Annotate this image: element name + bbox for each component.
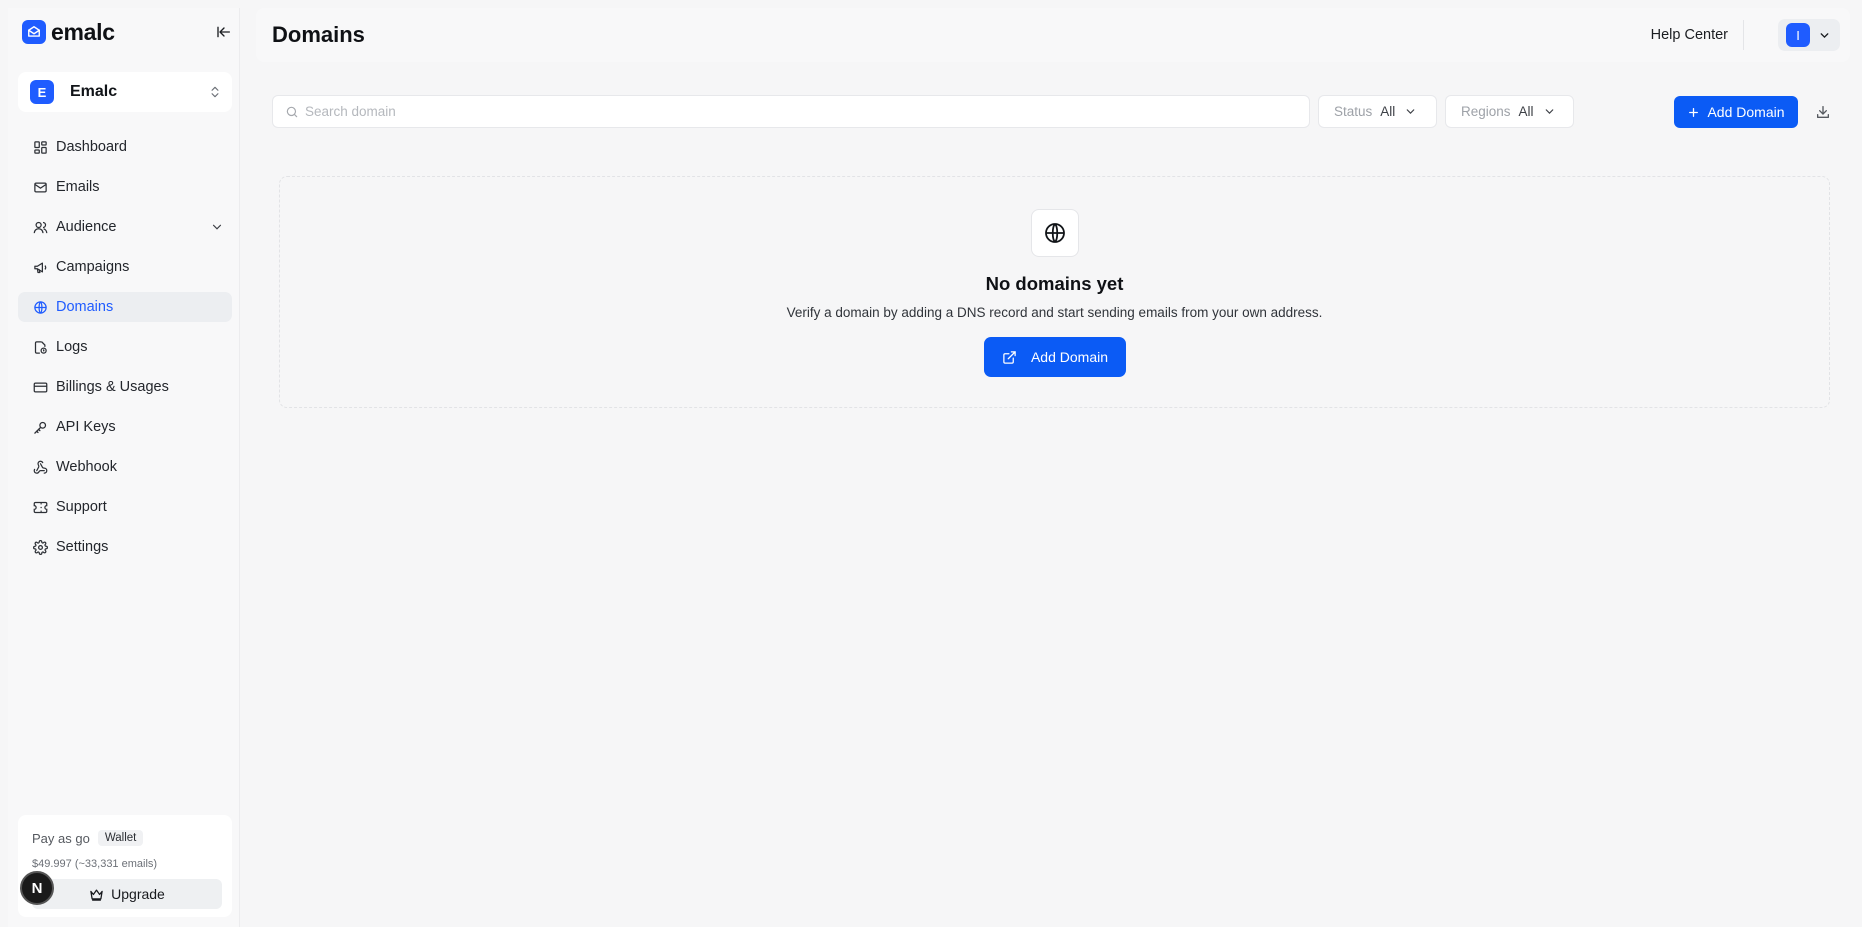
sidebar-item-label: Billings & Usages bbox=[56, 379, 169, 395]
sidebar-item-label: Emails bbox=[56, 179, 100, 195]
sidebar-item-label: Campaigns bbox=[56, 259, 130, 275]
search-box[interactable] bbox=[272, 95, 1310, 128]
empty-state-description: Verify a domain by adding a DNS record a… bbox=[786, 305, 1323, 320]
sidebar-item-label: Webhook bbox=[56, 459, 117, 475]
sidebar: emalc E Emalc Dashboard Emails Audience … bbox=[8, 8, 240, 927]
sidebar-item-label: Dashboard bbox=[56, 139, 127, 155]
plan-name: Pay as go bbox=[32, 830, 90, 846]
key-icon bbox=[32, 419, 48, 435]
search-input[interactable] bbox=[305, 104, 1285, 119]
chevron-down-icon bbox=[1820, 32, 1829, 38]
app-root: emalc E Emalc Dashboard Emails Audience … bbox=[0, 0, 1862, 927]
user-menu-button[interactable]: I bbox=[1778, 19, 1840, 51]
empty-state: No domains yet Verify a domain by adding… bbox=[279, 176, 1830, 408]
sidebar-item-label: Domains bbox=[56, 299, 114, 315]
sidebar-nav: Dashboard Emails Audience Campaigns Doma… bbox=[18, 132, 232, 572]
sidebar-item-label: Settings bbox=[56, 539, 109, 555]
megaphone-icon bbox=[32, 259, 48, 275]
empty-state-add-domain-button[interactable]: Add Domain bbox=[984, 337, 1126, 377]
plus-icon bbox=[1689, 107, 1699, 117]
users-icon bbox=[32, 219, 48, 235]
wallet-balance: $49.997 (~33,331 emails) bbox=[32, 858, 158, 870]
sidebar-item-dashboard[interactable]: Dashboard bbox=[18, 132, 232, 162]
user-avatar: I bbox=[1786, 23, 1810, 47]
sidebar-item-label: Support bbox=[56, 499, 107, 515]
dev-tools-badge[interactable]: N bbox=[20, 871, 54, 905]
brand-name: emalc bbox=[51, 18, 115, 45]
workspace-switcher[interactable]: E Emalc bbox=[18, 72, 232, 112]
upgrade-label: Upgrade bbox=[111, 886, 165, 902]
top-header: Domains Help Center I bbox=[256, 8, 1850, 62]
add-domain-label: Add Domain bbox=[1707, 104, 1785, 120]
status-filter-label: Status bbox=[1334, 104, 1373, 119]
regions-filter-value: All bbox=[1518, 104, 1534, 119]
sidebar-item-label: API Keys bbox=[56, 419, 116, 435]
sidebar-item-campaigns[interactable]: Campaigns bbox=[18, 252, 232, 282]
collapse-left-icon bbox=[217, 26, 230, 38]
globe-icon bbox=[32, 299, 48, 315]
status-filter[interactable]: Status All bbox=[1318, 95, 1437, 128]
help-center-link[interactable]: Help Center bbox=[1651, 27, 1728, 43]
webhook-icon bbox=[32, 459, 48, 475]
page-title: Domains bbox=[272, 22, 365, 47]
sidebar-item-logs[interactable]: Logs bbox=[18, 332, 232, 362]
sidebar-item-webhook[interactable]: Webhook bbox=[18, 452, 232, 482]
sidebar-item-label: Audience bbox=[56, 219, 117, 235]
external-link-icon bbox=[1003, 350, 1016, 364]
dashboard-icon bbox=[32, 139, 48, 155]
sidebar-item-audience[interactable]: Audience bbox=[18, 212, 232, 242]
sidebar-item-support[interactable]: Support bbox=[18, 492, 232, 522]
workspace-name: Emalc bbox=[70, 83, 118, 100]
logs-icon bbox=[32, 339, 48, 355]
globe-icon bbox=[1031, 209, 1079, 257]
sidebar-item-domains[interactable]: Domains bbox=[18, 292, 232, 322]
chevrons-up-down-icon bbox=[211, 86, 219, 98]
sidebar-item-billings[interactable]: Billings & Usages bbox=[18, 372, 232, 402]
sidebar-item-api-keys[interactable]: API Keys bbox=[18, 412, 232, 442]
ticket-icon bbox=[32, 499, 48, 515]
regions-filter-label: Regions bbox=[1461, 104, 1511, 119]
sidebar-item-label: Logs bbox=[56, 339, 88, 355]
chevron-down-icon bbox=[212, 224, 222, 230]
credit-card-icon bbox=[32, 379, 48, 395]
crown-icon bbox=[90, 889, 103, 901]
search-icon bbox=[286, 106, 298, 117]
sidebar-item-settings[interactable]: Settings bbox=[18, 532, 232, 562]
upgrade-button[interactable]: Upgrade bbox=[32, 879, 222, 909]
mail-icon bbox=[32, 179, 48, 195]
chevron-down-icon bbox=[1545, 109, 1553, 114]
logo-mark-icon bbox=[22, 20, 46, 44]
wallet-badge: Wallet bbox=[97, 830, 144, 846]
workspace-avatar: E bbox=[30, 80, 54, 104]
logo-row: emalc bbox=[22, 18, 236, 46]
chevron-down-icon bbox=[1406, 109, 1415, 114]
download-button[interactable] bbox=[1808, 97, 1838, 127]
download-icon bbox=[1817, 106, 1829, 118]
header-divider bbox=[1743, 20, 1744, 50]
gear-icon bbox=[32, 539, 48, 555]
status-filter-value: All bbox=[1380, 104, 1396, 119]
collapse-sidebar-button[interactable] bbox=[212, 20, 236, 44]
empty-state-button-label: Add Domain bbox=[1030, 349, 1109, 365]
sidebar-item-emails[interactable]: Emails bbox=[18, 172, 232, 202]
add-domain-button[interactable]: Add Domain bbox=[1674, 96, 1798, 128]
regions-filter[interactable]: Regions All bbox=[1445, 95, 1574, 128]
plan-row: Pay as go Wallet bbox=[32, 830, 144, 846]
empty-state-title: No domains yet bbox=[985, 273, 1124, 294]
plan-card: Pay as go Wallet $49.997 (~33,331 emails… bbox=[18, 815, 232, 917]
